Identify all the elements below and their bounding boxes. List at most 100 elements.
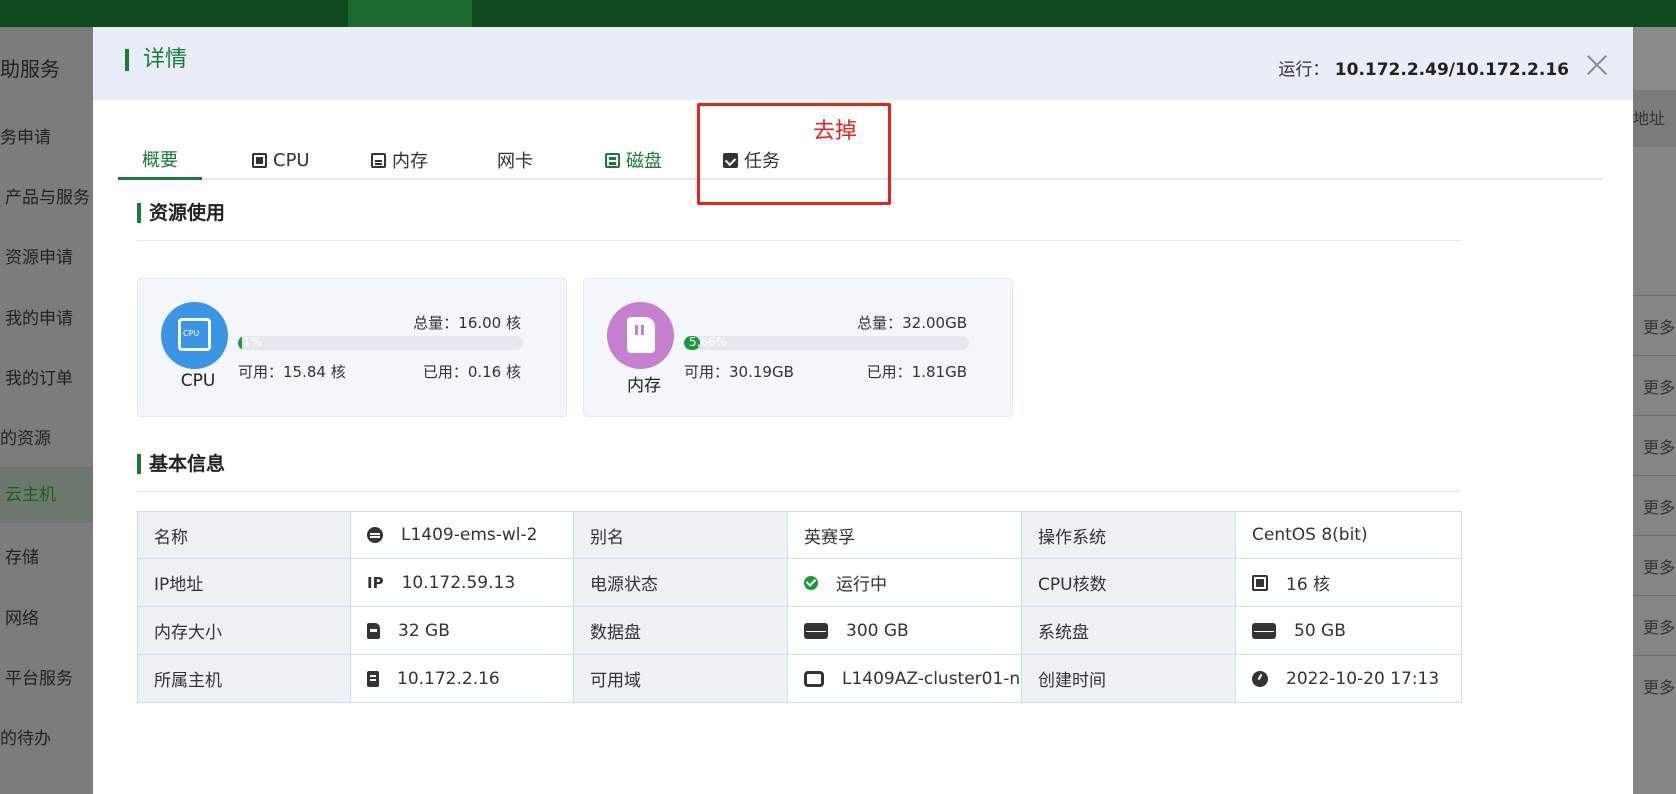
- info-key: CPU核数: [1021, 558, 1236, 607]
- clock-icon: [1252, 670, 1268, 687]
- sidebar-item[interactable]: 的资源: [0, 424, 51, 449]
- sidebar-item[interactable]: 我的申请: [5, 304, 73, 329]
- top-nav-bar: [0, 0, 1676, 27]
- sidebar-item-active[interactable]: 云主机: [0, 467, 93, 523]
- tab-label: 内存: [392, 151, 428, 172]
- memory-progress-bar: 5.66%: [684, 336, 969, 350]
- card-label: CPU: [180, 371, 216, 391]
- info-value-cell: 2022-10-20 17:13: [1235, 654, 1462, 703]
- run-label: 运行：: [1278, 60, 1330, 80]
- cpu-chip-icon: [161, 302, 228, 369]
- more-link[interactable]: 更多: [1633, 655, 1676, 719]
- table-row: 内存大小 32 GB 数据盘 300 GB 系统盘 50 GB: [137, 606, 1462, 655]
- top-nav-active-tab[interactable]: [348, 0, 472, 27]
- more-link[interactable]: 更多: [1633, 355, 1676, 419]
- tab-label: 任务: [744, 151, 780, 172]
- table-row: 名称 L1409-ems-wl-2 别名 英赛孚 操作系统 CentOS 8(bit): [137, 511, 1462, 559]
- table-row: 所属主机 10.172.2.16 可用域 L1409AZ-cluster01-nova…: [137, 654, 1462, 703]
- more-link[interactable]: 更多: [1633, 295, 1676, 359]
- info-key: 内存大小: [137, 606, 351, 655]
- modal-title: 详情: [125, 49, 187, 71]
- info-value-cell: 50 GB: [1235, 606, 1462, 655]
- memory-total: 总量：32.00GB: [857, 314, 967, 332]
- host-icon: [367, 670, 379, 687]
- tab-memory[interactable]: 内存: [371, 140, 428, 180]
- info-value: L1409AZ-cluster01-nova: [842, 668, 1021, 689]
- tab-label: CPU: [273, 149, 310, 171]
- info-key: 别名: [573, 511, 788, 559]
- background-sidebar: 助服务 务申请 产品与服务 资源申请 我的申请 我的订单 的资源 云主机 存储 …: [0, 27, 93, 794]
- inbox-icon: [804, 670, 824, 687]
- info-key: 创建时间: [1021, 654, 1236, 703]
- resource-usage-title: 资源使用: [137, 203, 225, 223]
- cpu-available: 可用：15.84 核: [238, 363, 346, 381]
- sidebar-item[interactable]: 平台服务: [5, 664, 73, 689]
- info-value: 32 GB: [398, 620, 450, 641]
- sidebar-item[interactable]: 网络: [5, 604, 39, 629]
- tab-cpu[interactable]: CPU: [252, 140, 310, 180]
- info-value: 2022-10-20 17:13: [1286, 668, 1440, 689]
- run-status: 运行： 10.172.2.49/10.172.2.16: [1278, 55, 1569, 80]
- modal-header: 详情 运行： 10.172.2.49/10.172.2.16: [93, 27, 1633, 100]
- info-key: 名称: [137, 511, 351, 559]
- info-value-cell: 300 GB: [787, 606, 1022, 655]
- info-value: 英赛孚: [804, 527, 855, 548]
- background-table: 地址 更多 更多 更多 更多 更多 更多 更多: [1633, 90, 1676, 794]
- tab-overview[interactable]: 概要: [118, 140, 202, 180]
- info-value: 50 GB: [1294, 620, 1346, 641]
- cpu-percent: 1%: [243, 336, 263, 349]
- memory-used: 已用：1.81GB: [866, 363, 967, 381]
- sidebar-item[interactable]: 资源申请: [5, 243, 73, 268]
- info-value: 运行中: [836, 575, 887, 595]
- info-value: 300 GB: [846, 620, 909, 641]
- divider: [137, 240, 1460, 241]
- tab-task[interactable]: 任务: [723, 140, 780, 180]
- basic-info-table: 名称 L1409-ems-wl-2 别名 英赛孚 操作系统 CentOS 8(bit) IP…: [137, 511, 1462, 703]
- table-row: IP地址 IP 10.172.59.13 电源状态 运行中 CPU核数 16 核: [137, 558, 1462, 607]
- sidebar-item[interactable]: 我的订单: [5, 364, 73, 389]
- tab-label: 网卡: [497, 151, 533, 172]
- info-value-cell: 英赛孚: [787, 511, 1022, 559]
- divider: [137, 491, 1460, 492]
- cpu-usage-card: CPU 总量：16.00 核 1% 可用：15.84 核 已用：0.16 核: [137, 278, 567, 417]
- memory-card-icon: [367, 622, 380, 639]
- sidebar-item[interactable]: 的待办: [0, 724, 51, 749]
- info-key: 系统盘: [1021, 606, 1236, 655]
- sidebar-item[interactable]: 产品与服务: [5, 183, 90, 208]
- more-link[interactable]: 更多: [1633, 475, 1676, 539]
- chip-icon: [1252, 574, 1268, 591]
- more-link[interactable]: 更多: [1633, 595, 1676, 659]
- detail-tabs: 概要 CPU 内存 网卡 磁盘 任务: [118, 140, 1602, 180]
- tab-nic[interactable]: 网卡: [497, 140, 533, 180]
- cpu-progress-bar: 1%: [238, 336, 523, 350]
- info-value: 10.172.2.16: [397, 668, 500, 689]
- info-key: 电源状态: [573, 558, 788, 607]
- memory-available: 可用：30.19GB: [684, 363, 794, 381]
- sidebar-item[interactable]: 助服务: [0, 53, 60, 82]
- annotation-text: 去掉: [813, 119, 858, 144]
- server-icon: [367, 527, 383, 543]
- hdd-icon: [804, 622, 828, 639]
- info-value: 10.172.59.13: [401, 572, 516, 593]
- basic-info-title: 基本信息: [137, 454, 225, 474]
- sidebar-item[interactable]: 务申请: [0, 123, 51, 148]
- cpu-progress-fill: [238, 336, 242, 350]
- more-link[interactable]: 更多: [1633, 415, 1676, 479]
- background-table-header: 地址: [1633, 90, 1676, 147]
- info-key: 操作系统: [1021, 511, 1236, 559]
- info-value: 16 核: [1286, 575, 1331, 595]
- cpu-icon: [252, 152, 267, 168]
- tab-label: 磁盘: [626, 151, 662, 172]
- info-value-cell: 运行中: [787, 558, 1022, 607]
- sidebar-item[interactable]: 存储: [5, 543, 39, 568]
- more-link[interactable]: 更多: [1633, 535, 1676, 599]
- tab-label: 概要: [142, 149, 178, 171]
- info-value: L1409-ems-wl-2: [401, 525, 538, 545]
- tab-disk[interactable]: 磁盘: [605, 140, 662, 180]
- close-icon[interactable]: [1583, 51, 1611, 79]
- info-value-cell: 32 GB: [350, 606, 574, 655]
- task-icon: [723, 152, 738, 168]
- cpu-used: 已用：0.16 核: [422, 363, 521, 381]
- memory-usage-card: 内存 总量：32.00GB 5.66% 可用：30.19GB 已用：1.81GB: [583, 278, 1013, 417]
- info-value-cell: L1409-ems-wl-2: [350, 511, 574, 559]
